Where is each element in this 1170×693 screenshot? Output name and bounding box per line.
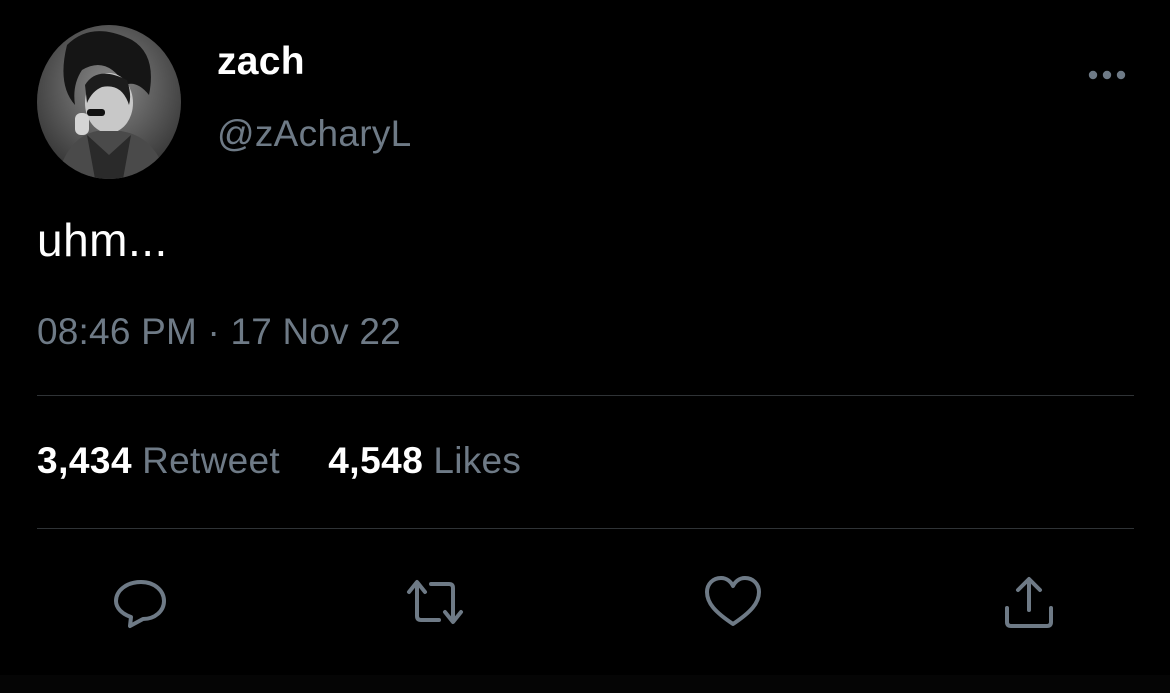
tweet-timestamp[interactable]: 08:46 PM · 17 Nov 22 [37,311,401,353]
heart-icon [705,576,761,626]
tweet-text: uhm... [37,214,168,266]
retweets-count: 3,434 [37,440,133,481]
avatar[interactable] [37,25,181,179]
display-name[interactable]: zach [217,40,305,84]
more-options-button[interactable] [1082,60,1132,90]
likes-label: Likes [433,440,522,481]
reply-button[interactable] [108,570,172,634]
ellipsis-icon [1088,70,1126,80]
retweets-label: Retweet [142,440,280,481]
bottom-edge [0,675,1170,693]
tweet-card: zach @zAcharyL uhm... 08:46 PM · 17 Nov … [0,0,1170,693]
like-button[interactable] [701,570,765,634]
divider [37,395,1134,396]
retweet-arrows-icon [407,580,463,624]
retweet-button[interactable] [403,570,467,634]
retweets-stat[interactable]: 3,434 Retweet [37,440,280,482]
likes-stat[interactable]: 4,548 Likes [328,440,521,482]
likes-count: 4,548 [328,440,424,481]
speech-bubble-icon [114,580,166,628]
profile-photo-icon [37,25,181,179]
engagement-stats: 3,434 Retweet 4,548 Likes [37,440,559,482]
share-button[interactable] [997,570,1061,634]
user-handle[interactable]: @zAcharyL [217,113,412,155]
divider [37,528,1134,529]
share-upload-icon [1005,577,1053,628]
